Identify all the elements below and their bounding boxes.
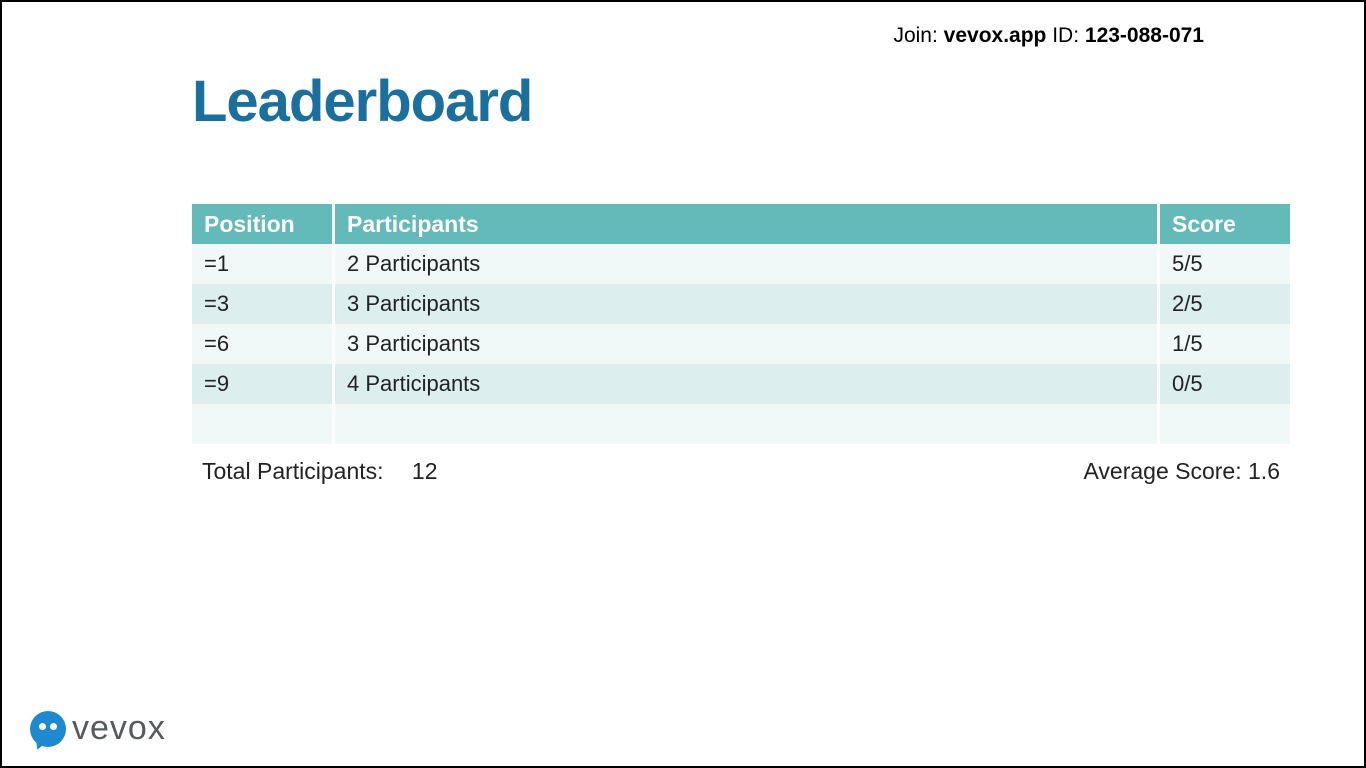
join-prefix: Join:: [893, 24, 943, 47]
header-participants: Participants: [335, 211, 1157, 238]
cell-score: 5/5: [1160, 251, 1290, 277]
column-divider: [332, 404, 335, 444]
header-position: Position: [192, 211, 332, 238]
cell-participants: 2 Participants: [335, 251, 1157, 277]
cell-score: 2/5: [1160, 291, 1290, 317]
cell-participants: 4 Participants: [335, 371, 1157, 397]
table-row: =94 Participants0/5: [192, 364, 1290, 404]
cell-participants: 3 Participants: [335, 331, 1157, 357]
table-row: =33 Participants2/5: [192, 284, 1290, 324]
cell-position: =1: [192, 251, 332, 277]
brand-name: vevox: [72, 709, 166, 748]
table-row: =63 Participants1/5: [192, 324, 1290, 364]
brand-logo: vevox: [30, 709, 166, 748]
join-id-value: 123-088-071: [1085, 24, 1204, 47]
cell-score: 1/5: [1160, 331, 1290, 357]
join-instructions: Join: vevox.app ID: 123-088-071: [893, 24, 1204, 48]
header-score: Score: [1160, 211, 1290, 238]
join-id-label: ID:: [1046, 24, 1085, 47]
column-divider: [1157, 404, 1160, 444]
join-site: vevox.app: [944, 24, 1047, 47]
cell-position: =9: [192, 371, 332, 397]
avg-value: 1.6: [1248, 458, 1280, 484]
page-title: Leaderboard: [192, 68, 532, 135]
avg-label: Average Score:: [1084, 458, 1242, 484]
cell-participants: 3 Participants: [335, 291, 1157, 317]
leaderboard-table: Position Participants Score =12 Particip…: [192, 204, 1290, 444]
total-label: Total Participants:: [202, 458, 384, 484]
table-row: [192, 404, 1290, 444]
cell-position: =6: [192, 331, 332, 357]
slide-frame: Join: vevox.app ID: 123-088-071 Leaderbo…: [0, 0, 1366, 768]
summary-bar: Total Participants: 12 Average Score: 1.…: [202, 458, 1280, 485]
cell-position: =3: [192, 291, 332, 317]
cell-score: 0/5: [1160, 371, 1290, 397]
average-score: Average Score: 1.6: [1084, 458, 1281, 485]
total-participants: Total Participants: 12: [202, 458, 438, 485]
total-value: 12: [412, 458, 438, 484]
speech-bubble-icon: [30, 711, 66, 747]
table-row: =12 Participants5/5: [192, 244, 1290, 284]
table-header-row: Position Participants Score: [192, 204, 1290, 244]
